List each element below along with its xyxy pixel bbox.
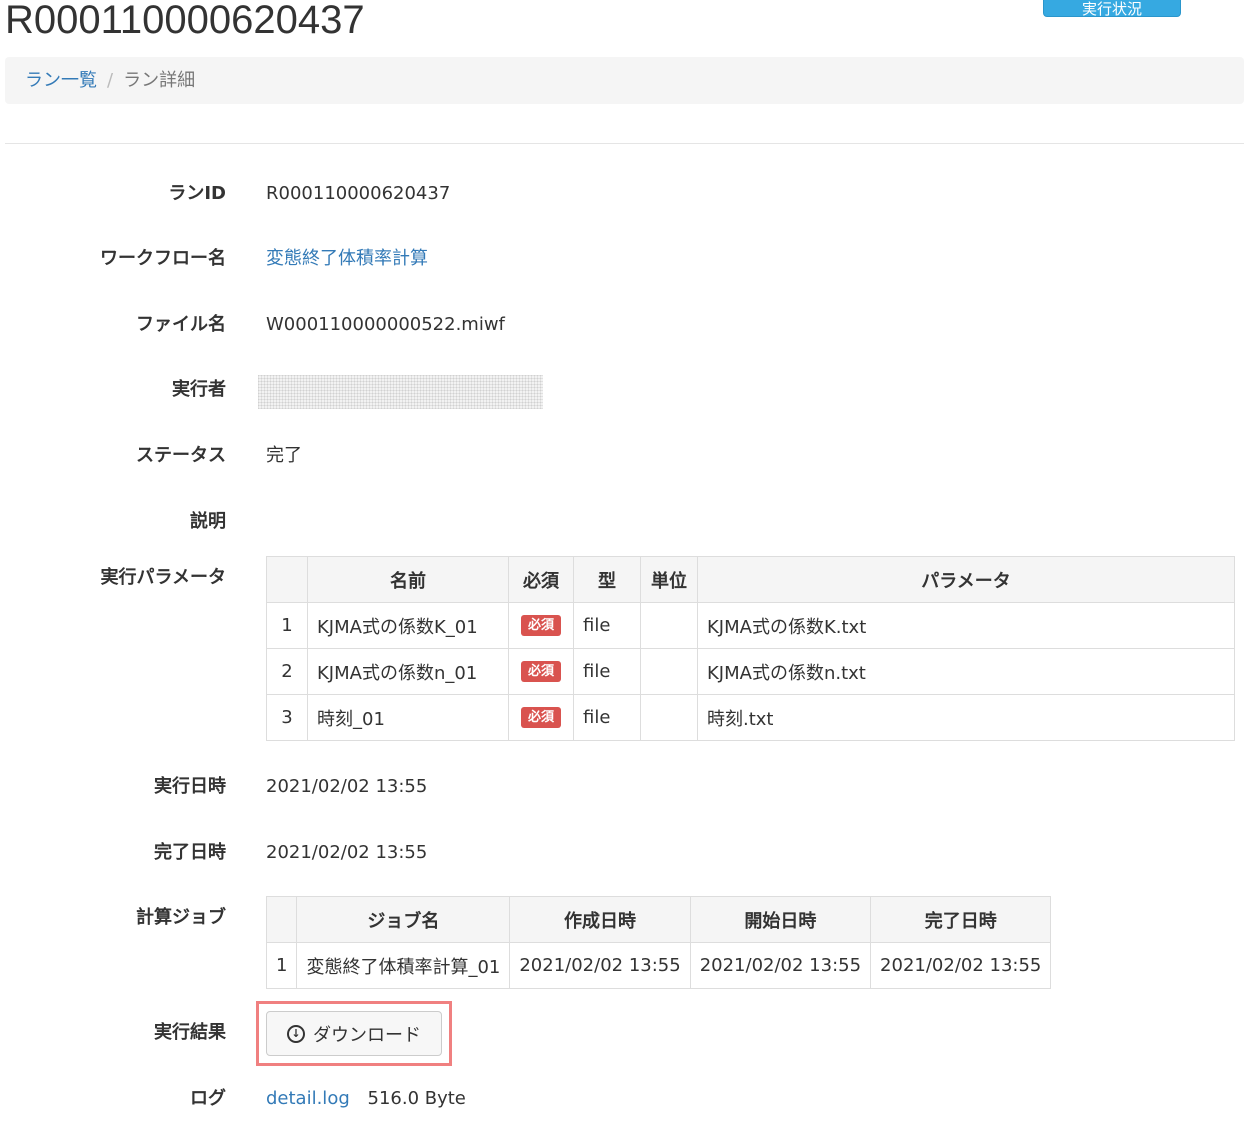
table-row: 1 変態終了体積率計算_01 2021/02/02 13:55 2021/02/…: [265, 942, 1052, 989]
param-value: KJMA式の係数K.txt: [697, 602, 1235, 649]
job-started: 2021/02/02 13:55: [689, 942, 872, 989]
download-button-label: ダウンロード: [313, 1024, 421, 1046]
required-cell: 必須: [508, 648, 574, 695]
params-table: 名前 必須 型 単位 パラメータ 1 KJMA式の係数K_01 必須 file …: [266, 556, 1235, 741]
row-number: 2: [266, 648, 308, 695]
log-file-size: 516.0 Byte: [367, 1088, 466, 1109]
jobs-table: ジョブ名 作成日時 開始日時 完了日時 1 変態終了体積率計算_01 2021/…: [265, 896, 1052, 989]
breadcrumb-separator: /: [107, 70, 114, 91]
file-value: W000110000000522.miwf: [266, 314, 505, 335]
status-value: 完了: [266, 445, 302, 466]
params-header-type: 型: [573, 556, 641, 603]
param-type: file: [573, 694, 641, 741]
breadcrumb-run-list[interactable]: ラン一覧: [25, 70, 97, 91]
run-status-button[interactable]: 実行状況: [1043, 0, 1181, 18]
row-number: 3: [266, 694, 308, 741]
divider: [5, 143, 1244, 144]
result-label: 実行結果: [154, 1022, 226, 1043]
description-label: 説明: [190, 511, 226, 532]
param-unit: [640, 602, 698, 649]
table-row: 1 KJMA式の係数K_01 必須 file KJMA式の係数K.txt: [266, 602, 1235, 649]
exec-datetime-label: 実行日時: [154, 776, 226, 797]
param-value: 時刻.txt: [697, 694, 1235, 741]
job-name: 変態終了体積率計算_01: [296, 942, 511, 989]
workflow-label: ワークフロー名: [100, 248, 226, 269]
workflow-link[interactable]: 変態終了体積率計算: [266, 248, 428, 269]
params-header-required: 必須: [508, 556, 574, 603]
params-header-unit: 単位: [640, 556, 698, 603]
jobs-header-created: 作成日時: [509, 896, 691, 943]
executor-label: 実行者: [172, 379, 226, 400]
param-name: KJMA式の係数n_01: [307, 648, 509, 695]
param-unit: [640, 648, 698, 695]
required-badge: 必須: [520, 707, 561, 729]
jobs-header-name: ジョブ名: [296, 896, 511, 943]
table-row: 2 KJMA式の係数n_01 必須 file KJMA式の係数n.txt: [266, 648, 1235, 695]
param-name: 時刻_01: [307, 694, 509, 741]
param-name: KJMA式の係数K_01: [307, 602, 509, 649]
job-finished: 2021/02/02 13:55: [870, 942, 1052, 989]
executor-masked-value: [258, 375, 543, 409]
run-id-value: R000110000620437: [266, 183, 451, 204]
jobs-table-header: ジョブ名 作成日時 開始日時 完了日時: [265, 896, 1052, 943]
log-file-link[interactable]: detail.log: [266, 1088, 350, 1109]
exec-datetime-value: 2021/02/02 13:55: [266, 776, 428, 797]
file-label: ファイル名: [136, 314, 226, 335]
param-type: file: [573, 602, 641, 649]
jobs-header-finished: 完了日時: [870, 896, 1052, 943]
download-button[interactable]: ↓ ダウンロード: [266, 1011, 442, 1056]
jobs-header-no: [265, 896, 298, 943]
log-label: ログ: [190, 1088, 226, 1109]
param-unit: [640, 694, 698, 741]
table-row: 3 時刻_01 必須 file 時刻.txt: [266, 694, 1235, 741]
required-cell: 必須: [508, 602, 574, 649]
row-number: 1: [265, 942, 298, 989]
param-type: file: [573, 648, 641, 695]
status-label: ステータス: [136, 445, 226, 466]
jobs-header-started: 開始日時: [689, 896, 872, 943]
breadcrumb-run-detail: ラン詳細: [123, 70, 196, 91]
job-created: 2021/02/02 13:55: [509, 942, 691, 989]
params-header-no: [266, 556, 308, 603]
params-label: 実行パラメータ: [100, 567, 226, 588]
log-value: detail.log 516.0 Byte: [266, 1086, 466, 1112]
params-header-param: パラメータ: [697, 556, 1235, 603]
breadcrumb: ラン一覧 / ラン詳細: [5, 57, 1244, 104]
params-header-name: 名前: [307, 556, 509, 603]
download-icon: ↓: [287, 1024, 305, 1043]
required-cell: 必須: [508, 694, 574, 741]
required-badge: 必須: [520, 615, 561, 637]
row-number: 1: [266, 602, 308, 649]
param-value: KJMA式の係数n.txt: [697, 648, 1235, 695]
page-title: R000110000620437: [5, 0, 365, 42]
jobs-label: 計算ジョブ: [136, 907, 226, 928]
done-datetime-value: 2021/02/02 13:55: [266, 842, 428, 863]
params-table-header: 名前 必須 型 単位 パラメータ: [266, 556, 1235, 603]
required-badge: 必須: [520, 661, 561, 683]
done-datetime-label: 完了日時: [154, 842, 226, 863]
run-id-label: ランID: [168, 183, 226, 204]
